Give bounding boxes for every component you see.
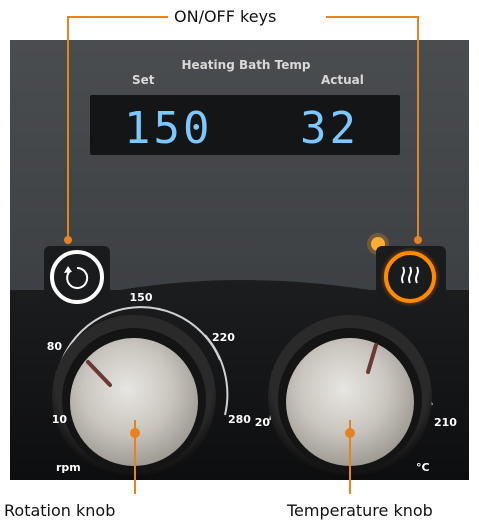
temperature-tick-20: 20	[255, 416, 271, 429]
rotation-unit: rpm	[56, 461, 81, 474]
set-value-readout: 150	[124, 103, 212, 154]
onoff-keys-caption: ON/OFF keys	[174, 7, 277, 26]
rotation-onoff-key[interactable]	[44, 246, 110, 308]
device-photo: Heating Bath Temp Set Actual 150 32 10 8…	[10, 16, 469, 494]
actual-value-readout: 32	[300, 103, 359, 154]
temperature-knob-caption: Temperature knob	[287, 501, 433, 520]
rotation-tick-220: 220	[212, 331, 235, 344]
rotation-tick-280: 280	[228, 413, 251, 426]
rotation-tick-80: 80	[47, 340, 63, 353]
rotation-tick-10: 10	[52, 413, 68, 426]
display-set-label: Set	[132, 73, 155, 87]
temperature-tick-210: 210	[434, 416, 457, 429]
display-title: Heating Bath Temp	[182, 58, 311, 72]
temperature-unit: °C	[416, 461, 430, 474]
heating-onoff-key[interactable]	[376, 246, 446, 308]
rotation-knob-caption: Rotation knob	[4, 501, 116, 520]
rotation-tick-150: 150	[130, 291, 153, 304]
display-actual-label: Actual	[321, 73, 364, 87]
